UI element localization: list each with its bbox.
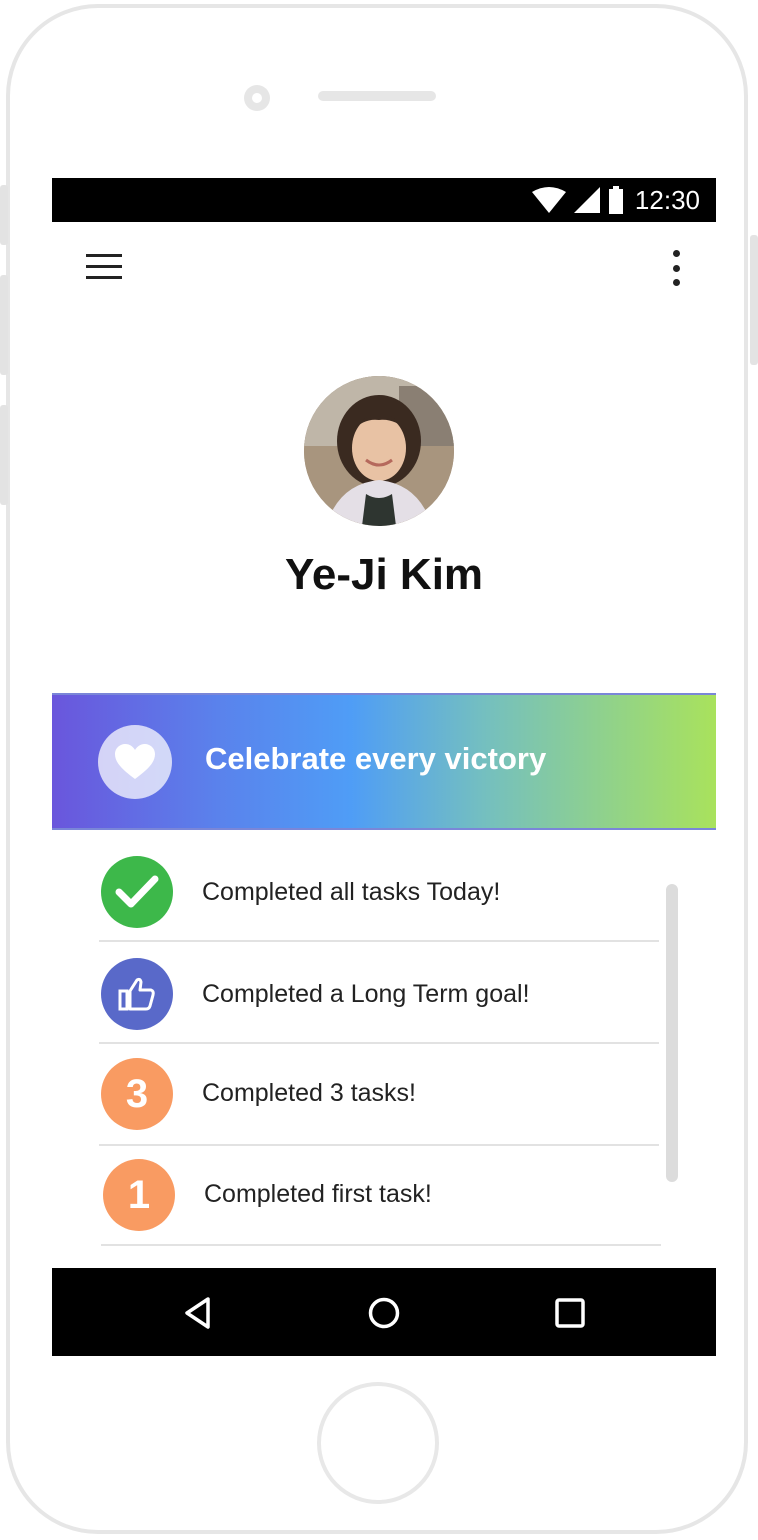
profile-name: Ye-Ji Kim	[284, 550, 484, 599]
achievement-item[interactable]: Completed a Long Term goal!	[99, 944, 659, 1044]
recent-apps-icon[interactable]	[553, 1296, 587, 1330]
app-screen: 12:30 Ye-Ji Kim Celebrate every victory …	[52, 178, 716, 1356]
check-icon	[101, 856, 173, 928]
achievement-text: Completed all tasks Today!	[202, 878, 501, 906]
phone-side-button	[0, 185, 8, 245]
back-icon[interactable]	[182, 1296, 216, 1330]
earpiece-speaker	[318, 91, 436, 101]
status-icons	[532, 186, 624, 214]
phone-side-button	[750, 235, 758, 365]
app-bar	[52, 222, 716, 312]
hamburger-menu-icon[interactable]	[86, 254, 122, 282]
home-button[interactable]	[317, 1382, 439, 1504]
home-circle-icon[interactable]	[367, 1296, 401, 1330]
achievement-item[interactable]: 3 Completed 3 tasks!	[99, 1046, 659, 1146]
battery-icon	[609, 186, 623, 214]
more-options-icon[interactable]	[670, 250, 682, 286]
status-bar: 12:30	[52, 178, 716, 222]
android-nav-bar	[52, 1268, 716, 1356]
phone-side-button	[0, 405, 8, 505]
heart-icon	[115, 744, 155, 779]
phone-side-button	[0, 275, 8, 375]
wifi-icon	[532, 187, 566, 213]
cell-signal-icon	[574, 187, 600, 213]
list-scrollbar[interactable]	[666, 884, 678, 1182]
achievement-text: Completed first task!	[204, 1180, 432, 1208]
heart-badge	[98, 725, 172, 799]
status-time: 12:30	[634, 185, 700, 215]
achievement-text: Completed a Long Term goal!	[202, 980, 530, 1008]
number-badge-1: 1	[103, 1159, 175, 1231]
thumbs-up-icon	[101, 958, 173, 1030]
number-badge-3: 3	[101, 1058, 173, 1130]
front-camera	[244, 85, 270, 111]
achievement-item[interactable]: 1 Completed first task!	[101, 1146, 661, 1246]
celebrate-banner: Celebrate every victory	[52, 693, 716, 830]
achievement-text: Completed 3 tasks!	[202, 1079, 416, 1107]
banner-title: Celebrate every victory	[205, 741, 547, 776]
achievement-item[interactable]: Completed all tasks Today!	[99, 842, 659, 942]
avatar	[304, 376, 454, 526]
